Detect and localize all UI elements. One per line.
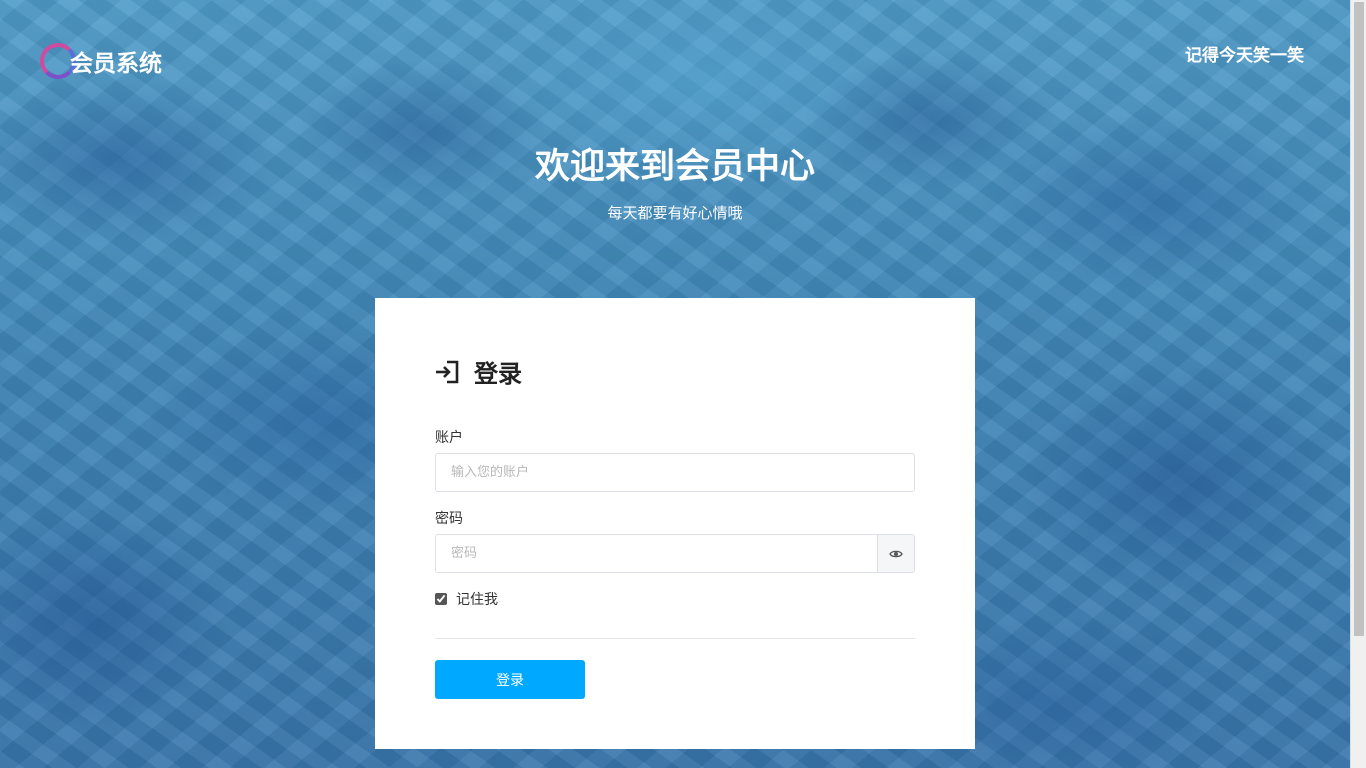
header-motto: 记得今天笑一笑 bbox=[1185, 46, 1304, 66]
remember-me-label: 记住我 bbox=[456, 592, 498, 608]
form-divider bbox=[435, 638, 915, 639]
login-card-title: 登录 bbox=[434, 354, 522, 389]
login-title-label: 登录 bbox=[474, 360, 522, 388]
sign-in-icon bbox=[436, 360, 459, 383]
password-input[interactable] bbox=[436, 535, 877, 572]
logo[interactable]: 会员系统 bbox=[40, 43, 162, 79]
remember-me-checkbox[interactable] bbox=[435, 593, 447, 605]
remember-me[interactable]: 记住我 bbox=[435, 589, 498, 609]
eye-icon bbox=[889, 550, 903, 557]
password-visibility-toggle[interactable] bbox=[877, 535, 914, 572]
page-scrollbar[interactable] bbox=[1350, 0, 1366, 768]
login-button[interactable]: 登录 bbox=[435, 660, 585, 699]
login-card: 登录 账户 密码 记住我 登录 bbox=[375, 298, 975, 749]
password-label: 密码 bbox=[435, 511, 463, 527]
account-label: 账户 bbox=[435, 430, 463, 446]
password-field bbox=[435, 534, 915, 573]
scrollbar-thumb[interactable] bbox=[1354, 2, 1364, 636]
hero-title: 欢迎来到会员中心 bbox=[534, 147, 815, 187]
account-input[interactable] bbox=[435, 453, 915, 492]
logo-text: 会员系统 bbox=[70, 51, 162, 77]
hero-subtitle: 每天都要有好心情哦 bbox=[607, 204, 743, 222]
